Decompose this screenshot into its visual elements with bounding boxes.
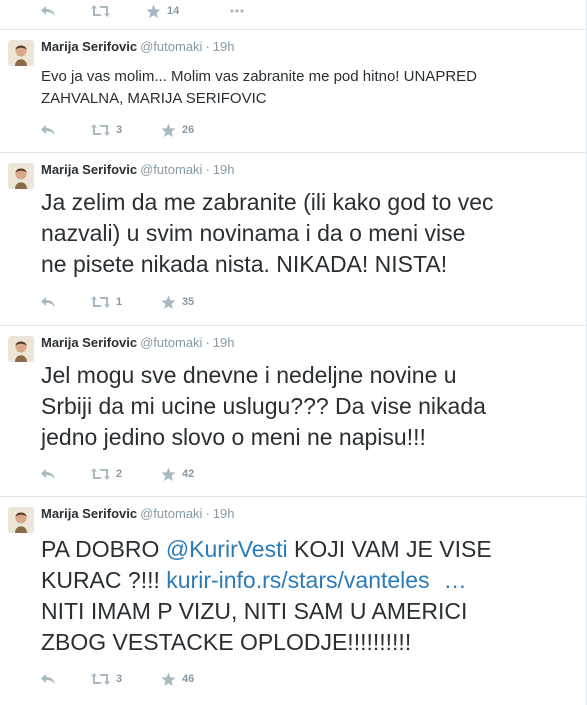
avatar[interactable] — [8, 163, 34, 189]
tweet-text-line: jedno jedino slovo o meni ne napisu!!! — [41, 424, 426, 450]
avatar[interactable] — [8, 507, 34, 533]
tweet[interactable]: Marija Serifovic @futomaki · 19h PA DOBRO @… — [0, 497, 586, 705]
avatar-image — [8, 507, 34, 533]
avatar[interactable] — [8, 40, 34, 66]
favorite-button[interactable]: 26 — [161, 121, 194, 139]
star-icon — [161, 123, 176, 137]
fullname[interactable]: Marija Serifovic — [41, 162, 137, 177]
tweet-text: Evo ja vas molim... Molim vas zabranite … — [41, 66, 477, 110]
avatar-image — [8, 336, 34, 362]
url-ellipsis[interactable]: … — [444, 567, 467, 593]
retweet-icon — [91, 468, 110, 480]
username[interactable]: @futomaki — [140, 162, 202, 177]
star-icon — [161, 295, 176, 309]
retweet-icon — [91, 124, 110, 136]
retweet-button[interactable]: 2 — [91, 465, 122, 483]
tweet-text-line: ZBOG VESTACKE OPLODJE!!!!!!!!!! — [41, 629, 412, 655]
reply-button[interactable] — [40, 2, 56, 20]
separator-dot: · — [205, 335, 210, 350]
reply-button[interactable] — [40, 293, 56, 311]
retweet-count: 2 — [116, 468, 123, 480]
tweet-previous: 14 — [0, 0, 586, 30]
favorite-count: 42 — [182, 468, 195, 480]
favorite-button[interactable]: 35 — [161, 293, 194, 311]
retweet-count: 1 — [116, 296, 123, 308]
tweet-text-line: Evo ja vas molim... Molim vas zabranite … — [41, 68, 477, 85]
timeline: 14 Marija Serifovic @futomaki · 19h Evo ja … — [0, 0, 587, 705]
tweet-header: Marija Serifovic @futomaki · 19h — [41, 505, 234, 523]
retweet-button[interactable]: 3 — [91, 121, 122, 139]
reply-icon — [41, 6, 55, 16]
timestamp[interactable]: 19h — [213, 162, 235, 177]
timestamp[interactable]: 19h — [213, 506, 235, 521]
reply-icon — [41, 674, 55, 684]
star-icon — [161, 672, 176, 686]
retweet-count: 3 — [116, 673, 123, 685]
username[interactable]: @futomaki — [140, 39, 202, 54]
more-button[interactable] — [230, 2, 244, 20]
reply-button[interactable] — [40, 121, 56, 139]
star-icon — [146, 4, 161, 18]
tweet-text: Ja zelim da me zabranite (ili kako god t… — [41, 187, 494, 280]
tweet-text-line: Ja zelim da me zabranite (ili kako god t… — [41, 189, 494, 215]
fullname[interactable]: Marija Serifovic — [41, 335, 137, 350]
avatar-image — [8, 163, 34, 189]
tweet-text-line: Jel mogu sve dnevne i nedeljne novine u — [41, 362, 457, 388]
tweet-text-line: NITI IMAM P VIZU, NITI SAM U AMERICI — [41, 598, 468, 624]
favorite-count: 14 — [167, 5, 180, 17]
favorite-count: 26 — [182, 124, 195, 136]
avatar-image — [8, 40, 34, 66]
star-icon — [161, 467, 176, 481]
separator-dot: · — [205, 39, 210, 54]
tweet[interactable]: Marija Serifovic @futomaki · 19h Jel mogu s… — [0, 326, 586, 497]
tweet-text-line: ne pisete nikada nista. NIKADA! NISTA! — [41, 251, 448, 277]
avatar[interactable] — [8, 336, 34, 362]
tweet-header: Marija Serifovic @futomaki · 19h — [41, 334, 234, 352]
retweet-button[interactable]: 1 — [91, 293, 122, 311]
tweet-text-line: PA DOBRO @KurirVesti KOJI VAM JE VISE — [41, 534, 492, 565]
tweet-text-line: KURAC ?!!! kurir-info.rs/stars/vanteles … — [41, 565, 492, 596]
retweet-button[interactable]: 3 — [91, 670, 122, 688]
fullname[interactable]: Marija Serifovic — [41, 39, 137, 54]
tweet[interactable]: Marija Serifovic @futomaki · 19h Evo ja vas… — [0, 30, 586, 153]
tweet-text-fragment: PA DOBRO — [41, 536, 166, 562]
timestamp[interactable]: 19h — [213, 39, 235, 54]
username[interactable]: @futomaki — [140, 506, 202, 521]
reply-button[interactable] — [40, 465, 56, 483]
favorite-button[interactable]: 46 — [161, 670, 194, 688]
favorite-button[interactable]: 14 — [146, 2, 179, 20]
retweet-icon — [91, 296, 110, 308]
tweet-text-fragment: KURAC ?!!! — [41, 567, 167, 593]
fullname[interactable]: Marija Serifovic — [41, 506, 137, 521]
mention-link[interactable]: @KurirVesti — [166, 536, 288, 562]
favorite-count: 46 — [182, 673, 195, 685]
retweet-count: 3 — [116, 124, 123, 136]
tweet-text: PA DOBRO @KurirVesti KOJI VAM JE VISE KU… — [41, 534, 492, 658]
tweet-text-line: Srbiji da mi ucine uslugu??? Da vise nik… — [41, 393, 486, 419]
tweet-text: Jel mogu sve dnevne i nedeljne novine u … — [41, 360, 486, 453]
username[interactable]: @futomaki — [140, 335, 202, 350]
retweet-icon — [91, 673, 110, 685]
reply-button[interactable] — [40, 670, 56, 688]
tweet-header: Marija Serifovic @futomaki · 19h — [41, 161, 234, 179]
timestamp[interactable]: 19h — [213, 335, 235, 350]
tweet-text-line: ZAHVALNA, MARIJA SERIFOVIC — [41, 90, 267, 107]
reply-icon — [41, 469, 55, 479]
reply-icon — [41, 125, 55, 135]
separator-dot: · — [205, 506, 210, 521]
reply-icon — [41, 297, 55, 307]
retweet-icon — [91, 5, 110, 17]
separator-dot: · — [205, 162, 210, 177]
tweet-text-line: nazvali) u svim novinama i da o meni vis… — [41, 220, 466, 246]
favorite-button[interactable]: 42 — [161, 465, 194, 483]
favorite-count: 35 — [182, 296, 195, 308]
retweet-button[interactable] — [91, 2, 116, 20]
tweet-header: Marija Serifovic @futomaki · 19h — [41, 38, 234, 56]
tweet-text-fragment: KOJI VAM JE VISE — [287, 536, 492, 562]
url-link[interactable]: kurir-info.rs/stars/vanteles — [166, 567, 429, 593]
tweet[interactable]: Marija Serifovic @futomaki · 19h Ja zelim d… — [0, 153, 586, 326]
more-icon — [230, 9, 244, 13]
